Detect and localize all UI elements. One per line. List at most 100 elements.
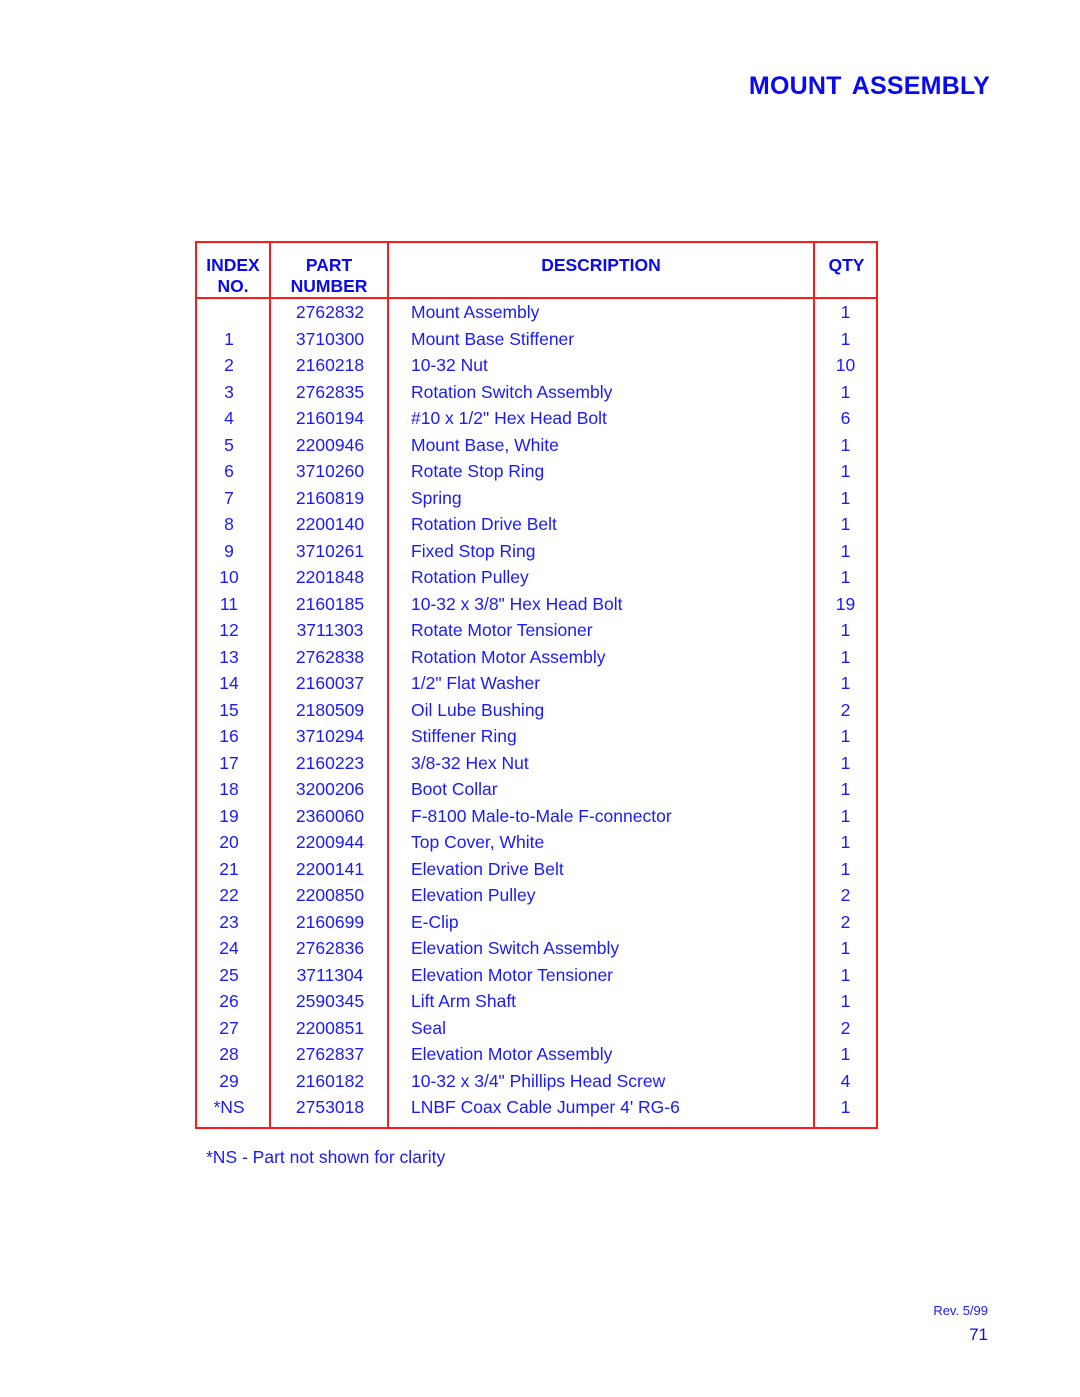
qty-cell: 1 xyxy=(840,540,851,561)
part-number-cell: 2180509 xyxy=(295,699,365,720)
index-cell: 25 xyxy=(219,964,239,985)
part-number-cell: 3710300 xyxy=(295,328,365,349)
part-number-cell: 2590345 xyxy=(295,991,365,1011)
qty-cell: 1 xyxy=(840,779,851,799)
description-cell: Spring xyxy=(411,487,462,508)
description-cell: 10-32 x 3/4" Phillips Head Screw xyxy=(411,1070,666,1091)
description-cell: Stiffener Ring xyxy=(411,726,517,746)
table-row: 17 2160223 3/8-32 Hex Nut 1 xyxy=(197,750,876,777)
part-number-cell: 2160819 xyxy=(295,487,365,508)
table-row: 15 2180509 Oil Lube Bushing 2 xyxy=(197,697,876,724)
table-row: 6 3710260 Rotate Stop Ring 1 xyxy=(197,458,876,485)
description-cell: Elevation Pulley xyxy=(411,885,536,905)
qty-cell: 1 xyxy=(840,646,851,667)
part-number-cell: 2160182 xyxy=(295,1070,365,1091)
part-number-cell: 2200851 xyxy=(295,1017,365,1038)
table-row: 1 3710300 Mount Base Stiffener 1 xyxy=(197,326,876,353)
index-cell: 5 xyxy=(224,434,234,455)
part-number-cell: 2200944 xyxy=(295,832,365,852)
qty-cell: 1 xyxy=(840,434,851,455)
part-number-cell: 2762832 xyxy=(295,302,365,322)
table-row: *NS 2753018 LNBF Coax Cable Jumper 4' RG-6… xyxy=(197,1094,876,1121)
qty-cell: 19 xyxy=(835,593,856,614)
part-number-cell: 2200140 xyxy=(295,514,365,534)
table-row: 2 2160218 10-32 Nut 10 xyxy=(197,352,876,379)
index-cell: 22 xyxy=(219,885,239,905)
table-row: 4 2160194 #10 x 1/2" Hex Head Bolt 6 xyxy=(197,405,876,432)
index-cell: 18 xyxy=(219,779,239,799)
qty-cell: 2 xyxy=(840,885,851,905)
qty-cell: 1 xyxy=(840,673,851,693)
table-row: 22 2200850 Elevation Pulley 2 xyxy=(197,882,876,909)
table-row: 5 2200946 Mount Base, White 1 xyxy=(197,432,876,459)
index-cell: 19 xyxy=(219,805,239,826)
description-cell: Boot Collar xyxy=(411,779,498,799)
table-row: 3 2762835 Rotation Switch Assembly 1 xyxy=(197,379,876,406)
index-cell: 28 xyxy=(219,1044,239,1064)
description-cell: Rotation Pulley xyxy=(411,567,529,587)
qty-cell: 6 xyxy=(840,408,851,428)
index-cell: 16 xyxy=(219,726,239,746)
description-cell: F-8100 Male-to-Male F-connector xyxy=(411,805,672,826)
part-number-cell: 2160699 xyxy=(295,911,365,932)
qty-cell: 1 xyxy=(840,938,851,958)
table-row: 23 2160699 E-Clip 2 xyxy=(197,909,876,936)
description-cell: 10-32 x 3/8" Hex Head Bolt xyxy=(411,593,623,614)
qty-cell: 1 xyxy=(840,328,851,349)
qty-cell: 1 xyxy=(840,1044,851,1064)
index-cell: 26 xyxy=(219,991,239,1011)
index-cell: 21 xyxy=(219,858,239,879)
page-number: 71 xyxy=(969,1325,988,1344)
index-cell: 1 xyxy=(224,328,234,349)
description-cell: Top Cover, White xyxy=(411,832,545,852)
qty-cell: 1 xyxy=(840,726,851,746)
qty-cell: 1 xyxy=(840,302,851,322)
part-number-cell: 3710294 xyxy=(295,726,365,746)
description-cell: Mount Base Stiffener xyxy=(411,328,575,349)
part-number-cell: 2160185 xyxy=(295,593,365,614)
header-part-line2: NUMBER xyxy=(290,276,368,296)
part-number-cell: 2200946 xyxy=(295,434,365,455)
index-cell: 2 xyxy=(224,355,234,375)
part-number-cell: 2160037 xyxy=(295,673,365,693)
description-cell: Elevation Motor Assembly xyxy=(411,1044,613,1064)
index-cell: 10 xyxy=(219,567,239,587)
table-row: 16 3710294 Stiffener Ring 1 xyxy=(197,723,876,750)
qty-cell: 1 xyxy=(840,620,851,640)
parts-table: INDEX NO. PART NUMBER DESCRIPTION QTY 27… xyxy=(195,241,878,1129)
index-cell: *NS xyxy=(213,1097,245,1117)
footnote: *NS - Part not shown for clarity xyxy=(206,1147,446,1167)
index-cell: 6 xyxy=(224,461,234,481)
index-cell: 9 xyxy=(224,540,234,561)
page-title: MOUNT ASSEMBLY xyxy=(748,72,990,100)
description-cell: Elevation Switch Assembly xyxy=(411,938,620,958)
index-cell: 4 xyxy=(224,408,234,428)
description-cell: Rotation Switch Assembly xyxy=(411,381,613,402)
description-cell: Elevation Drive Belt xyxy=(411,858,564,879)
table-row: 14 2160037 1/2" Flat Washer 1 xyxy=(197,670,876,697)
description-cell: Mount Base, White xyxy=(411,434,559,455)
description-cell: Lift Arm Shaft xyxy=(411,991,517,1011)
description-cell: 3/8-32 Hex Nut xyxy=(411,752,529,773)
table-row: 25 3711304 Elevation Motor Tensioner 1 xyxy=(197,962,876,989)
table-row: 12 3711303 Rotate Motor Tensioner 1 xyxy=(197,617,876,644)
index-cell: 27 xyxy=(219,1017,239,1038)
part-number-cell: 2762836 xyxy=(295,938,365,958)
part-number-cell: 2762837 xyxy=(295,1044,365,1064)
index-cell: 15 xyxy=(219,699,239,720)
index-cell: 29 xyxy=(219,1070,239,1091)
table-row: 24 2762836 Elevation Switch Assembly 1 xyxy=(197,935,876,962)
header-index-line1: INDEX xyxy=(206,255,260,275)
header-description: DESCRIPTION xyxy=(541,255,661,275)
description-cell: LNBF Coax Cable Jumper 4' RG-6 xyxy=(411,1097,680,1117)
qty-cell: 1 xyxy=(840,461,851,481)
table-row: 29 2160182 10-32 x 3/4" Phillips Head Scre… xyxy=(197,1068,876,1095)
part-number-cell: 2200141 xyxy=(295,858,365,879)
table-row: 10 2201848 Rotation Pulley 1 xyxy=(197,564,876,591)
description-cell: Rotate Stop Ring xyxy=(411,461,545,481)
description-cell: #10 x 1/2" Hex Head Bolt xyxy=(411,408,607,428)
qty-cell: 2 xyxy=(840,1017,851,1038)
table-row: 13 2762838 Rotation Motor Assembly 1 xyxy=(197,644,876,671)
table-body: 2762832 Mount Assembly 1 1 3710300 Mount Base… xyxy=(197,299,876,1121)
part-number-cell: 2200850 xyxy=(295,885,365,905)
